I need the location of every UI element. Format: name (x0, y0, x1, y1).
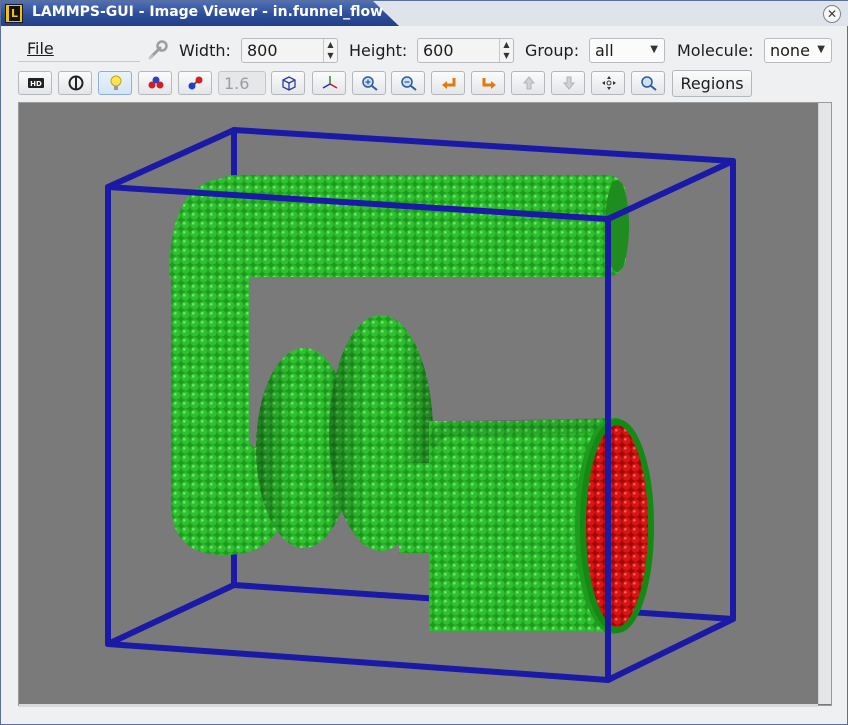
settings-bar: File Width: 800 ▲ ▼ Height: 600 ▲ ▼ Group:… (1, 31, 848, 65)
lightbulb-icon (110, 75, 122, 90)
rotate-down-button[interactable] (551, 71, 585, 95)
file-menu[interactable]: File (18, 38, 140, 62)
hd-toggle-button[interactable]: HD (18, 71, 52, 95)
horizontal-scrollbar[interactable] (19, 704, 818, 707)
molecule-label: Molecule: (677, 41, 754, 60)
chevron-down-icon: ▼ (817, 44, 825, 55)
move-icon (602, 76, 616, 90)
rotate-left-icon (442, 78, 456, 89)
shiny-toggle-button[interactable] (58, 71, 92, 95)
atoms-icon (148, 76, 164, 89)
wrench-icon[interactable] (146, 39, 170, 61)
axes-toggle-button[interactable] (312, 71, 346, 95)
height-value: 600 (423, 41, 454, 60)
image-viewer-window: L LAMMPS-GUI - Image Viewer - in.funnel_… (0, 0, 848, 725)
zoom-in-button[interactable] (352, 71, 386, 95)
zoom-value: 1.6 (224, 74, 250, 93)
width-value: 800 (247, 41, 278, 60)
regions-button[interactable]: Regions (672, 70, 752, 97)
rotate-down-icon (562, 76, 576, 90)
vertical-scrollbar[interactable] (818, 103, 831, 704)
height-spinbox[interactable]: 600 ▲ ▼ (417, 38, 514, 63)
rotate-right-button[interactable] (471, 71, 505, 95)
height-label: Height: (349, 41, 408, 60)
vdw-toggle-button[interactable] (138, 71, 172, 95)
lammps-app-icon: L (5, 4, 23, 23)
render-viewport[interactable] (18, 102, 832, 706)
close-icon[interactable]: ✕ (823, 5, 841, 23)
view-toolbar: HD 1.6 Regions (1, 69, 848, 99)
group-label: Group: (525, 41, 580, 60)
atoms-red (575, 418, 654, 634)
zoom-out-button[interactable] (391, 71, 425, 95)
zoom-field[interactable]: 1.6 (218, 71, 266, 95)
svg-text:HD: HD (30, 80, 42, 88)
magnifier-icon (641, 76, 657, 91)
group-select[interactable]: all ▼ (589, 38, 665, 63)
molecule-select[interactable]: none ▼ (764, 38, 832, 63)
chevron-down-icon: ▼ (650, 44, 658, 55)
box-toggle-button[interactable] (271, 71, 305, 95)
title-bar[interactable]: L LAMMPS-GUI - Image Viewer - in.funnel_… (1, 1, 848, 26)
width-label: Width: (179, 41, 231, 60)
bonds-toggle-button[interactable] (178, 71, 212, 95)
simulation-render (105, 127, 736, 683)
width-spinbox[interactable]: 800 ▲ ▼ (241, 38, 338, 63)
file-menu-label: File (27, 39, 54, 58)
height-spin-arrows[interactable]: ▲ ▼ (499, 39, 513, 62)
recenter-button[interactable] (591, 71, 625, 95)
group-value: all (595, 41, 614, 60)
window-title: LAMMPS-GUI - Image Viewer - in.funnel_fl… (32, 4, 384, 20)
zoom-out-icon (401, 76, 417, 91)
zoom-in-icon (362, 76, 378, 91)
rotate-up-button[interactable] (511, 71, 545, 95)
reset-view-button[interactable] (631, 71, 665, 95)
molecule-value: none (770, 41, 810, 60)
contrast-icon (68, 75, 84, 91)
width-spin-arrows[interactable]: ▲ ▼ (323, 39, 337, 62)
rotate-right-icon (482, 78, 496, 89)
box-icon (282, 76, 296, 91)
hd-icon: HD (28, 78, 44, 88)
axes-icon (322, 76, 338, 89)
atoms-green (169, 175, 629, 633)
lighting-toggle-button[interactable] (98, 71, 132, 95)
rotate-up-icon (522, 76, 536, 90)
rotate-left-button[interactable] (431, 71, 465, 95)
molecule-icon (188, 76, 203, 90)
